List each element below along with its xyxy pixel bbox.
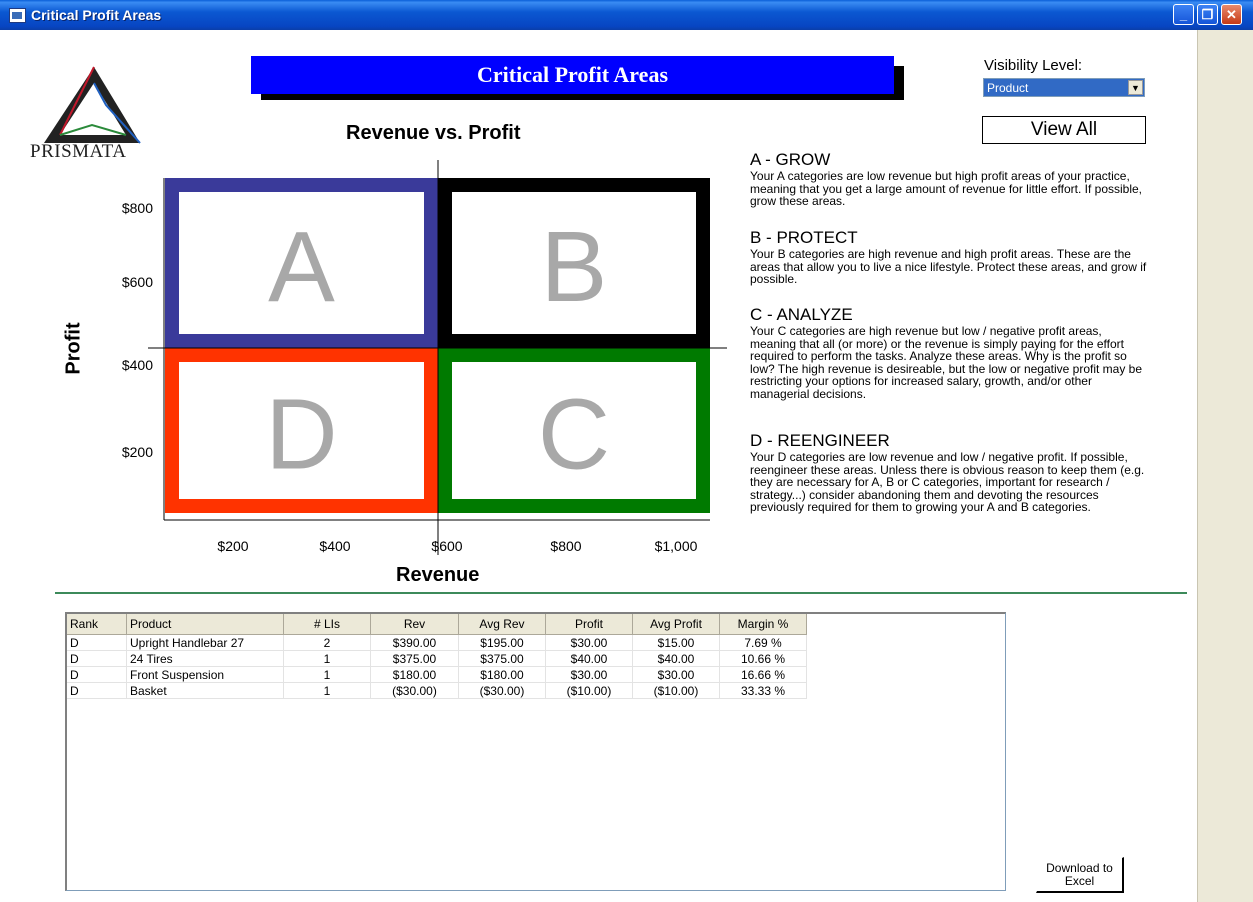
cell-margin: 16.66 %	[719, 666, 807, 683]
cell-product: 24 Tires	[126, 650, 284, 667]
visibility-select[interactable]: Product ▼	[983, 78, 1145, 97]
cell-profit: $30.00	[545, 634, 633, 651]
quadrant-letter: A	[268, 211, 335, 323]
download-label-line2: Excel	[1064, 874, 1095, 888]
x-tick-label: $600	[431, 538, 462, 554]
cell-product: Front Suspension	[126, 666, 284, 683]
column-header[interactable]: Product	[126, 614, 284, 635]
right-panel-strip	[1197, 30, 1253, 902]
cell-lis: 1	[283, 682, 371, 699]
y-tick-label: $600	[122, 274, 153, 290]
cell-product: Basket	[126, 682, 284, 699]
table-row[interactable]: D Upright Handlebar 27 2 $390.00 $195.00…	[67, 634, 807, 651]
cell-product: Upright Handlebar 27	[126, 634, 284, 651]
download-label-line1: Download to	[1046, 861, 1113, 875]
cell-profit: ($10.00)	[545, 682, 633, 699]
cell-profit: $30.00	[545, 666, 633, 683]
cell-rev: $180.00	[370, 666, 459, 683]
cell-rank: D	[67, 650, 127, 667]
column-header[interactable]: Profit	[545, 614, 633, 635]
y-tick-label: $400	[122, 357, 153, 373]
cell-rank: D	[67, 634, 127, 651]
visibility-label: Visibility Level:	[984, 57, 1083, 74]
y-tick-label: $800	[122, 200, 153, 216]
column-header[interactable]: Avg Profit	[632, 614, 720, 635]
cell-avg-rev: ($30.00)	[458, 682, 546, 699]
chevron-down-icon[interactable]: ▼	[1128, 80, 1143, 95]
cell-avg-profit: $30.00	[632, 666, 720, 683]
description-heading: D - REENGINEER	[750, 431, 890, 450]
cell-profit: $40.00	[545, 650, 633, 667]
table-row[interactable]: D Basket 1 ($30.00) ($30.00) ($10.00) ($…	[67, 682, 807, 699]
cell-avg-rev: $195.00	[458, 634, 546, 651]
quadrant-letter: B	[541, 211, 608, 323]
cell-lis: 1	[283, 666, 371, 683]
description-text: Your A categories are low revenue but hi…	[750, 169, 1143, 208]
column-header[interactable]: # LIs	[283, 614, 371, 635]
column-header[interactable]: Margin %	[719, 614, 807, 635]
quadrant-letter: C	[538, 379, 610, 491]
description-text: Your B categories are high revenue and h…	[750, 247, 1147, 286]
description-d: D - REENGINEER Your D categories are low…	[750, 431, 1150, 514]
column-header[interactable]: Rank	[67, 614, 127, 635]
description-c: C - ANALYZE Your C categories are high r…	[750, 305, 1150, 400]
cell-avg-rev: $180.00	[458, 666, 546, 683]
close-button[interactable]: ✕	[1221, 4, 1242, 25]
table-row[interactable]: D 24 Tires 1 $375.00 $375.00 $40.00 $40.…	[67, 650, 807, 667]
cell-avg-rev: $375.00	[458, 650, 546, 667]
table-row[interactable]: D Front Suspension 1 $180.00 $180.00 $30…	[67, 666, 807, 683]
cell-margin: 7.69 %	[719, 634, 807, 651]
quadrant-chart: A B D C $200 $400 $600 $800 $1,000 $800 $600 $400 $2…	[122, 160, 727, 555]
x-tick-label: $800	[550, 538, 581, 554]
column-header[interactable]: Rev	[370, 614, 459, 635]
download-excel-button[interactable]: Download to Excel	[1036, 857, 1124, 893]
results-table-panel[interactable]: Rank Product # LIs Rev Avg Rev Profit Av…	[65, 612, 1006, 891]
description-a: A - GROW Your A categories are low reven…	[750, 150, 1150, 208]
x-tick-label: $200	[217, 538, 248, 554]
cell-margin: 10.66 %	[719, 650, 807, 667]
cell-lis: 2	[283, 634, 371, 651]
cell-avg-profit: ($10.00)	[632, 682, 720, 699]
description-heading: C - ANALYZE	[750, 305, 853, 324]
column-header[interactable]: Avg Rev	[458, 614, 546, 635]
cell-rev: $375.00	[370, 650, 459, 667]
x-tick-label: $1,000	[655, 538, 698, 554]
minimize-button[interactable]: _	[1173, 4, 1194, 25]
cell-rev: $390.00	[370, 634, 459, 651]
table-header-row: Rank Product # LIs Rev Avg Rev Profit Av…	[67, 614, 807, 635]
cell-avg-profit: $40.00	[632, 650, 720, 667]
description-heading: A - GROW	[750, 150, 831, 169]
visibility-selected: Product	[987, 81, 1029, 95]
description-b: B - PROTECT Your B categories are high r…	[750, 228, 1150, 286]
cell-rev: ($30.00)	[370, 682, 459, 699]
cell-lis: 1	[283, 650, 371, 667]
results-table: Rank Product # LIs Rev Avg Rev Profit Av…	[67, 614, 807, 699]
cell-margin: 33.33 %	[719, 682, 807, 699]
description-text: Your C categories are high revenue but l…	[750, 324, 1143, 401]
quadrant-letter: D	[265, 379, 337, 491]
view-all-button[interactable]: View All	[982, 116, 1146, 144]
cell-rank: D	[67, 666, 127, 683]
cell-avg-profit: $15.00	[632, 634, 720, 651]
x-tick-label: $400	[319, 538, 350, 554]
description-heading: B - PROTECT	[750, 228, 858, 247]
description-text: Your D categories are low revenue and lo…	[750, 450, 1145, 514]
section-divider	[55, 592, 1187, 594]
y-tick-label: $200	[122, 444, 153, 460]
restore-button[interactable]: ❐	[1197, 4, 1218, 25]
cell-rank: D	[67, 682, 127, 699]
